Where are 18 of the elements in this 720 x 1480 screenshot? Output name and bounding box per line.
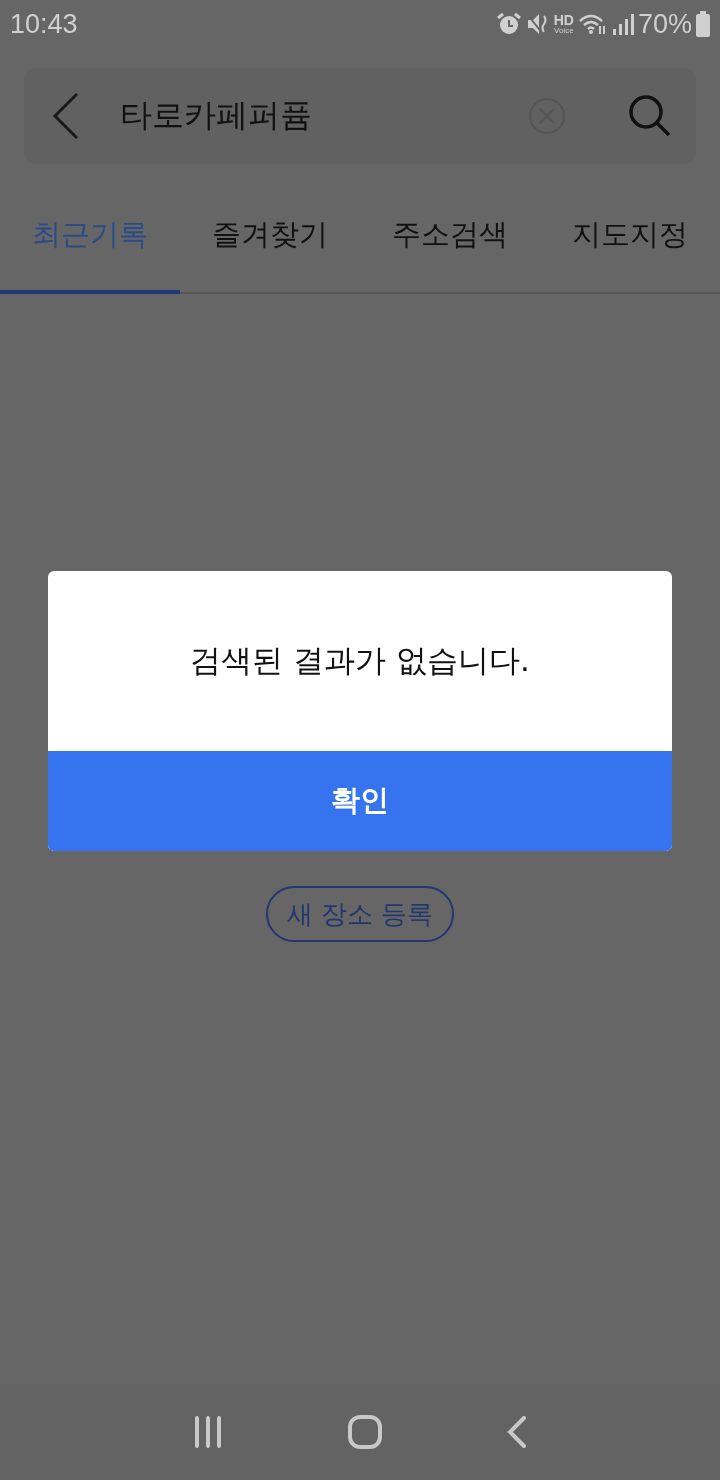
dialog-message: 검색된 결과가 없습니다. bbox=[190, 641, 530, 680]
search-field[interactable]: 타로카페퍼퓸 bbox=[100, 94, 508, 138]
hd-voice-label: HD Voice bbox=[553, 13, 574, 35]
tab[interactable]: 즐겨찾기 bbox=[180, 180, 360, 294]
tab[interactable]: 지도지정 bbox=[540, 180, 720, 294]
signal-icon bbox=[611, 12, 634, 36]
new-place-button[interactable]: 새 장소 등록 bbox=[266, 886, 454, 942]
alarm-icon bbox=[495, 12, 522, 36]
battery-percent: 70% bbox=[637, 8, 692, 40]
confirm-button[interactable]: 확인 bbox=[48, 751, 672, 851]
status-time: 10:43 bbox=[10, 8, 78, 40]
battery-icon bbox=[696, 11, 710, 37]
home-icon[interactable] bbox=[348, 1415, 382, 1449]
recent-apps-icon[interactable] bbox=[192, 1416, 223, 1448]
search-icon[interactable] bbox=[628, 94, 672, 138]
tab[interactable]: 주소검색 bbox=[360, 180, 540, 294]
wifi-icon bbox=[577, 12, 608, 36]
back-icon[interactable] bbox=[52, 92, 80, 140]
